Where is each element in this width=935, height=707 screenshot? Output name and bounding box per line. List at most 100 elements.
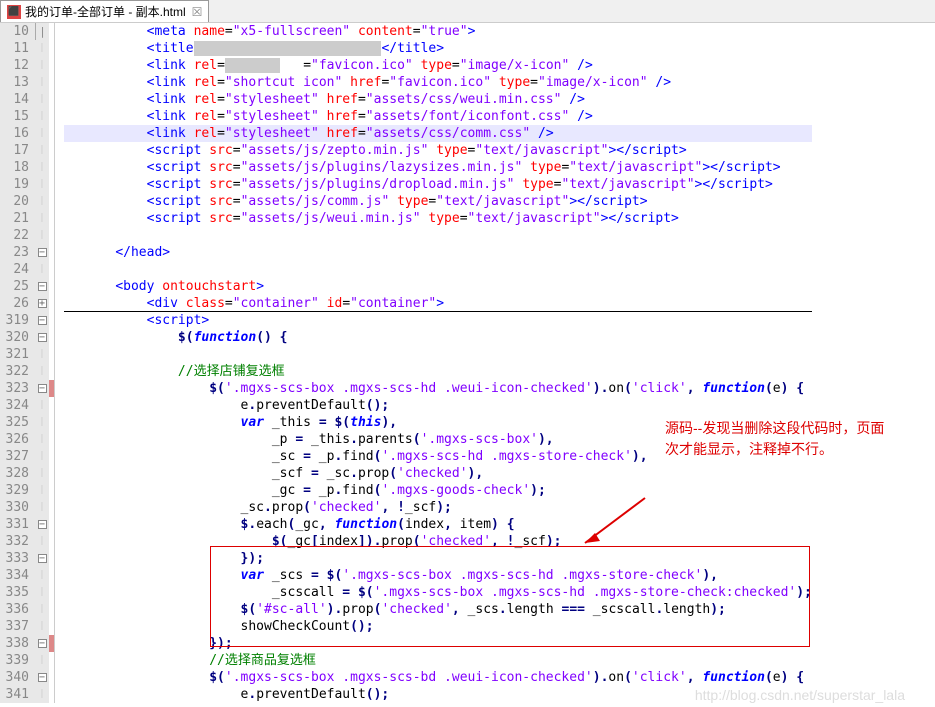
code-content[interactable]: <link rel="shortcut icon" href="favicon.… <box>64 74 812 91</box>
line-number[interactable]: 12 <box>0 57 35 74</box>
code-line[interactable]: 15| <link rel="stylesheet" href="assets/… <box>0 108 812 125</box>
code-line[interactable]: 24| <box>0 261 812 278</box>
code-line[interactable]: 323− $('.mgxs-scs-box .mgxs-scs-hd .weui… <box>0 380 812 397</box>
code-content[interactable]: //选择店铺复选框 <box>64 363 812 380</box>
fold-marker[interactable]: | <box>35 210 49 227</box>
line-number[interactable]: 341 <box>0 686 35 703</box>
code-line[interactable]: 332| $(_gc[index]).prop('checked', !_scf… <box>0 533 812 550</box>
code-content[interactable]: _scf = _sc.prop('checked'), <box>64 465 812 482</box>
line-number[interactable]: 329 <box>0 482 35 499</box>
code-content[interactable] <box>64 227 812 244</box>
line-number[interactable]: 325 <box>0 414 35 431</box>
line-number[interactable]: 21 <box>0 210 35 227</box>
code-line[interactable]: 324| e.preventDefault(); <box>0 397 812 414</box>
line-number[interactable]: 16 <box>0 125 35 142</box>
line-number[interactable]: 339 <box>0 652 35 669</box>
fold-marker[interactable]: | <box>35 414 49 431</box>
line-number[interactable]: 337 <box>0 618 35 635</box>
code-line[interactable]: 13| <link rel="shortcut icon" href="favi… <box>0 74 812 91</box>
code-content[interactable]: _gc = _p.find('.mgxs-goods-check'); <box>64 482 812 499</box>
code-content[interactable]: <script src="assets/js/plugins/lazysizes… <box>64 159 812 176</box>
code-line[interactable]: 26+ <div class="container" id="container… <box>0 295 812 312</box>
fold-marker[interactable]: | <box>35 125 49 142</box>
code-content[interactable]: <body ontouchstart> <box>64 278 812 295</box>
fold-marker[interactable]: | <box>35 346 49 363</box>
code-line[interactable]: 11| <title </title> <box>0 40 812 57</box>
fold-marker[interactable]: | <box>35 618 49 635</box>
fold-marker[interactable]: + <box>35 295 49 312</box>
line-number[interactable]: 340 <box>0 669 35 686</box>
code-line[interactable]: 335| _scscall = $('.mgxs-scs-box .mgxs-s… <box>0 584 812 601</box>
line-number[interactable]: 324 <box>0 397 35 414</box>
code-content[interactable]: _scscall = $('.mgxs-scs-box .mgxs-scs-hd… <box>64 584 812 601</box>
line-number[interactable]: 321 <box>0 346 35 363</box>
code-line[interactable]: 18| <script src="assets/js/plugins/lazys… <box>0 159 812 176</box>
fold-marker[interactable]: − <box>35 550 49 567</box>
code-content[interactable]: $(function() { <box>64 329 812 346</box>
fold-marker[interactable]: | <box>35 23 49 40</box>
line-number[interactable]: 327 <box>0 448 35 465</box>
code-content[interactable]: <meta name="x5-fullscreen" content="true… <box>64 23 812 40</box>
code-line[interactable]: 17| <script src="assets/js/zepto.min.js"… <box>0 142 812 159</box>
line-number[interactable]: 332 <box>0 533 35 550</box>
code-content[interactable]: <link rel="stylesheet" href="assets/font… <box>64 108 812 125</box>
fold-marker[interactable]: | <box>35 363 49 380</box>
line-number[interactable]: 14 <box>0 91 35 108</box>
fold-marker[interactable]: − <box>35 329 49 346</box>
code-line[interactable]: 322| //选择店铺复选框 <box>0 363 812 380</box>
code-line[interactable]: 14| <link rel="stylesheet" href="assets/… <box>0 91 812 108</box>
fold-marker[interactable]: | <box>35 142 49 159</box>
fold-marker[interactable]: | <box>35 227 49 244</box>
code-content[interactable]: $('#sc-all').prop('checked', _scs.length… <box>64 601 812 618</box>
code-content[interactable]: $('.mgxs-scs-box .mgxs-scs-bd .weui-icon… <box>64 669 812 686</box>
code-line[interactable]: 25− <body ontouchstart> <box>0 278 812 295</box>
code-line[interactable]: 330| _sc.prop('checked', !_scf); <box>0 499 812 516</box>
code-line[interactable]: 328| _scf = _sc.prop('checked'), <box>0 465 812 482</box>
file-tab[interactable]: ⬛ 我的订单-全部订单 - 副本.html ☒ <box>0 0 209 22</box>
fold-marker[interactable]: | <box>35 40 49 57</box>
fold-marker[interactable]: | <box>35 193 49 210</box>
line-number[interactable]: 11 <box>0 40 35 57</box>
code-content[interactable]: <title </title> <box>64 40 812 57</box>
code-content[interactable]: //选择商品复选框 <box>64 652 812 669</box>
line-number[interactable]: 18 <box>0 159 35 176</box>
line-number[interactable]: 13 <box>0 74 35 91</box>
code-line[interactable]: 340− $('.mgxs-scs-box .mgxs-scs-bd .weui… <box>0 669 812 686</box>
line-number[interactable]: 330 <box>0 499 35 516</box>
code-content[interactable]: <script src="assets/js/zepto.min.js" typ… <box>64 142 812 159</box>
fold-marker[interactable]: | <box>35 499 49 516</box>
fold-marker[interactable]: | <box>35 261 49 278</box>
code-line[interactable]: 319− <script> <box>0 312 812 329</box>
fold-marker[interactable]: | <box>35 448 49 465</box>
line-number[interactable]: 335 <box>0 584 35 601</box>
line-number[interactable]: 331 <box>0 516 35 533</box>
fold-marker[interactable]: | <box>35 584 49 601</box>
code-line[interactable]: 23− </head> <box>0 244 812 261</box>
code-content[interactable] <box>64 261 812 278</box>
code-content[interactable]: <script src="assets/js/weui.min.js" type… <box>64 210 812 227</box>
code-line[interactable]: 336| $('#sc-all').prop('checked', _scs.l… <box>0 601 812 618</box>
line-number[interactable]: 19 <box>0 176 35 193</box>
fold-marker[interactable]: | <box>35 159 49 176</box>
fold-marker[interactable]: | <box>35 601 49 618</box>
code-content[interactable]: <div class="container" id="container"> <box>64 295 812 312</box>
fold-marker[interactable]: | <box>35 176 49 193</box>
code-line[interactable]: 341| e.preventDefault(); <box>0 686 812 703</box>
code-content[interactable] <box>64 346 812 363</box>
fold-marker[interactable]: | <box>35 74 49 91</box>
code-content[interactable]: $(_gc[index]).prop('checked', !_scf); <box>64 533 812 550</box>
code-line[interactable]: 16| <link rel="stylesheet" href="assets/… <box>0 125 812 142</box>
fold-marker[interactable]: − <box>35 516 49 533</box>
line-number[interactable]: 22 <box>0 227 35 244</box>
code-content[interactable]: <script> <box>64 312 812 329</box>
code-content[interactable]: $.each(_gc, function(index, item) { <box>64 516 812 533</box>
fold-marker[interactable]: − <box>35 635 49 652</box>
fold-marker[interactable]: − <box>35 244 49 261</box>
code-editor[interactable]: 10| <meta name="x5-fullscreen" content="… <box>0 23 935 707</box>
line-number[interactable]: 320 <box>0 329 35 346</box>
line-number[interactable]: 322 <box>0 363 35 380</box>
line-number[interactable]: 326 <box>0 431 35 448</box>
fold-marker[interactable]: − <box>35 669 49 686</box>
line-number[interactable]: 15 <box>0 108 35 125</box>
code-content[interactable]: </head> <box>64 244 812 261</box>
